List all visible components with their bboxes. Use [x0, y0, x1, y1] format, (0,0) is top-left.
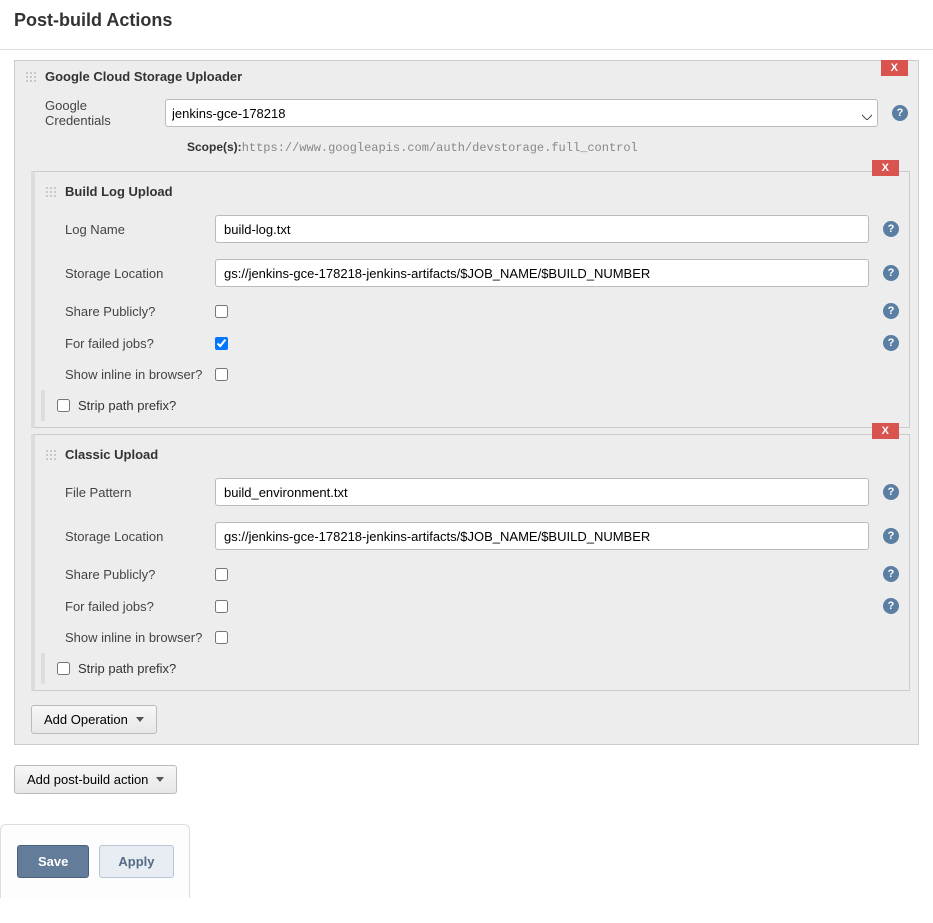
- page-title: Post-build Actions: [0, 0, 933, 50]
- strip-prefix-label: Strip path prefix?: [78, 661, 176, 676]
- share-publicly-checkbox[interactable]: [215, 568, 228, 581]
- add-operation-label: Add Operation: [44, 712, 128, 727]
- footer-bar: Save Apply: [0, 824, 190, 898]
- drag-handle-icon[interactable]: [45, 449, 57, 461]
- classic-upload-title: Classic Upload: [65, 447, 158, 462]
- add-operation-button[interactable]: Add Operation: [31, 705, 157, 734]
- share-publicly-row: Share Publicly? ?: [45, 295, 899, 327]
- help-icon[interactable]: ?: [883, 221, 899, 237]
- strip-prefix-label: Strip path prefix?: [78, 398, 176, 413]
- help-icon[interactable]: ?: [883, 566, 899, 582]
- save-button[interactable]: Save: [17, 845, 89, 878]
- storage-location-row: Storage Location ?: [45, 251, 899, 295]
- for-failed-checkbox[interactable]: [215, 600, 228, 613]
- credentials-label: Google Credentials: [45, 98, 165, 128]
- help-icon[interactable]: ?: [892, 105, 908, 121]
- share-publicly-checkbox[interactable]: [215, 305, 228, 318]
- gcs-uploader-title: Google Cloud Storage Uploader: [45, 69, 242, 84]
- help-icon[interactable]: ?: [883, 598, 899, 614]
- build-log-upload-header: Build Log Upload: [45, 184, 899, 207]
- for-failed-row: For failed jobs? ?: [45, 590, 899, 622]
- share-publicly-row: Share Publicly? ?: [45, 558, 899, 590]
- storage-location-row: Storage Location ?: [45, 514, 899, 558]
- storage-location-input[interactable]: [215, 259, 869, 287]
- strip-prefix-row: Strip path prefix?: [41, 390, 899, 421]
- scope-url: https://www.googleapis.com/auth/devstora…: [242, 141, 638, 155]
- classic-upload-panel: X Classic Upload File Pattern ? Storage …: [31, 434, 910, 691]
- show-inline-checkbox[interactable]: [215, 368, 228, 381]
- gcs-uploader-header: Google Cloud Storage Uploader X: [15, 61, 918, 92]
- chevron-down-icon: [136, 717, 144, 722]
- help-icon[interactable]: ?: [883, 335, 899, 351]
- storage-location-label: Storage Location: [65, 529, 215, 544]
- drag-handle-icon[interactable]: [45, 186, 57, 198]
- help-icon[interactable]: ?: [883, 528, 899, 544]
- file-pattern-input[interactable]: [215, 478, 869, 506]
- strip-prefix-checkbox[interactable]: [57, 662, 70, 675]
- chevron-down-icon: [156, 777, 164, 782]
- add-post-build-action-button[interactable]: Add post-build action: [14, 765, 177, 794]
- build-log-upload-title: Build Log Upload: [65, 184, 173, 199]
- log-name-input[interactable]: [215, 215, 869, 243]
- show-inline-label: Show inline in browser?: [65, 630, 215, 645]
- log-name-label: Log Name: [65, 222, 215, 237]
- gcs-uploader-panel: Google Cloud Storage Uploader X Google C…: [14, 60, 919, 745]
- for-failed-checkbox[interactable]: [215, 337, 228, 350]
- show-inline-row: Show inline in browser?: [45, 622, 899, 653]
- show-inline-row: Show inline in browser?: [45, 359, 899, 390]
- for-failed-label: For failed jobs?: [65, 599, 215, 614]
- share-publicly-label: Share Publicly?: [65, 567, 215, 582]
- drag-handle-icon[interactable]: [25, 71, 37, 83]
- delete-build-log-button[interactable]: X: [872, 160, 899, 176]
- classic-upload-header: Classic Upload: [45, 447, 899, 470]
- log-name-row: Log Name ?: [45, 207, 899, 251]
- strip-prefix-checkbox[interactable]: [57, 399, 70, 412]
- help-icon[interactable]: ?: [883, 265, 899, 281]
- credentials-select[interactable]: jenkins-gce-178218: [165, 99, 878, 127]
- show-inline-checkbox[interactable]: [215, 631, 228, 644]
- scope-label: Scope(s):: [187, 140, 242, 154]
- help-icon[interactable]: ?: [883, 484, 899, 500]
- show-inline-label: Show inline in browser?: [65, 367, 215, 382]
- delete-classic-upload-button[interactable]: X: [872, 423, 899, 439]
- scope-row: Scope(s):https://www.googleapis.com/auth…: [15, 134, 918, 165]
- strip-prefix-row: Strip path prefix?: [41, 653, 899, 684]
- credentials-row: Google Credentials jenkins-gce-178218 ?: [15, 92, 918, 134]
- for-failed-label: For failed jobs?: [65, 336, 215, 351]
- share-publicly-label: Share Publicly?: [65, 304, 215, 319]
- file-pattern-label: File Pattern: [65, 485, 215, 500]
- file-pattern-row: File Pattern ?: [45, 470, 899, 514]
- storage-location-label: Storage Location: [65, 266, 215, 281]
- apply-button[interactable]: Apply: [99, 845, 173, 878]
- build-log-upload-panel: X Build Log Upload Log Name ? Storage Lo…: [31, 171, 910, 428]
- delete-uploader-button[interactable]: X: [881, 60, 908, 76]
- add-post-build-action-label: Add post-build action: [27, 772, 148, 787]
- storage-location-input[interactable]: [215, 522, 869, 550]
- help-icon[interactable]: ?: [883, 303, 899, 319]
- for-failed-row: For failed jobs? ?: [45, 327, 899, 359]
